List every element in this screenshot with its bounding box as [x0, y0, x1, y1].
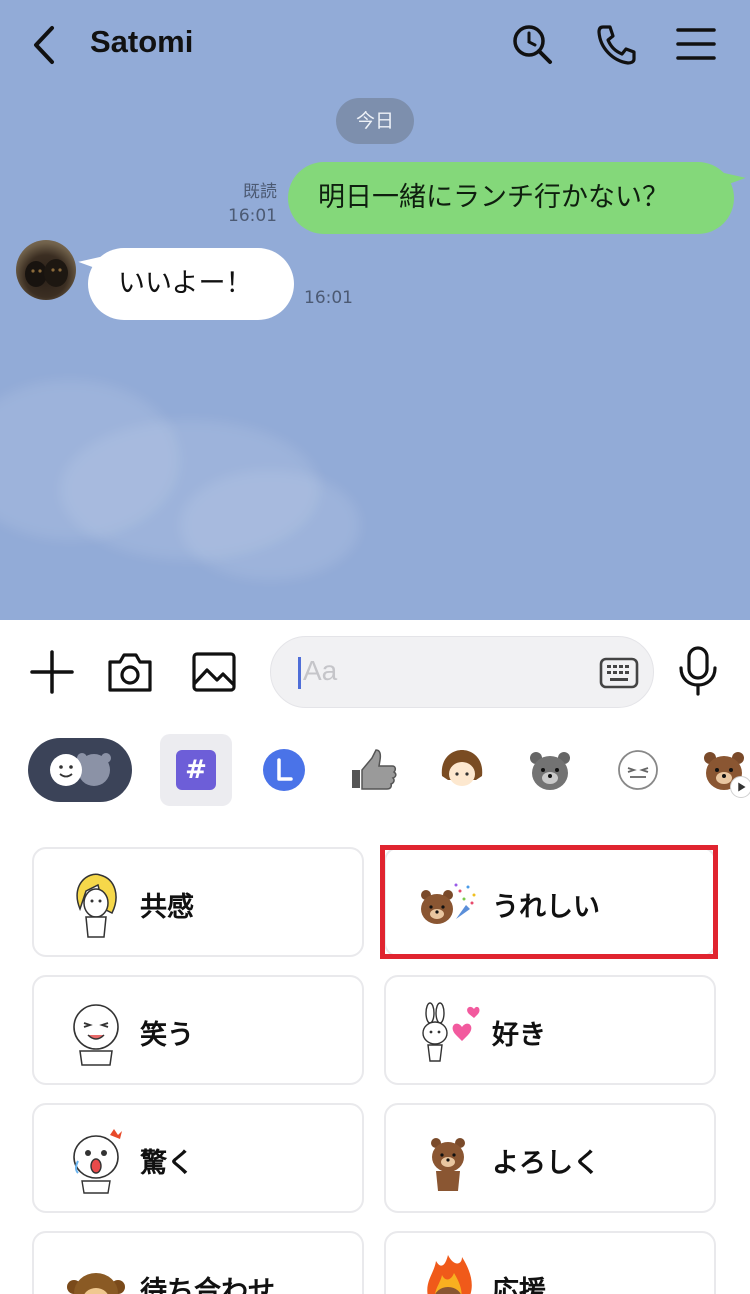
blonde-girl-sticker-icon	[76, 873, 117, 938]
keyboard-icon[interactable]	[599, 653, 639, 693]
category-label: 笑う	[140, 1020, 194, 1051]
text-caret	[298, 657, 301, 689]
category-ouen[interactable]: 応援	[384, 1231, 716, 1294]
category-ureshii[interactable]: うれしい	[384, 847, 716, 957]
category-label: 応援	[492, 1276, 546, 1294]
message-time: 16:01	[304, 288, 353, 308]
brown-bow-sticker-icon	[431, 1138, 465, 1191]
avatar[interactable]	[16, 240, 76, 300]
hashtag-tab[interactable]: #	[160, 734, 232, 806]
mic-icon[interactable]	[676, 646, 720, 696]
brown-celebrate-sticker-icon	[421, 883, 476, 924]
emoji-bear-icon	[50, 753, 111, 786]
moon-laugh-sticker-icon	[73, 1004, 119, 1066]
category-yoroshiku[interactable]: よろしく	[384, 1103, 716, 1213]
dog-photo-icon	[25, 259, 68, 287]
cloud-decor	[180, 470, 360, 580]
image-icon[interactable]	[190, 648, 238, 696]
message-input[interactable]: Aa	[270, 636, 654, 708]
category-label: よろしく	[492, 1148, 600, 1179]
brown-fire-sticker-icon	[427, 1255, 472, 1294]
plus-icon[interactable]	[28, 648, 76, 696]
chat-title: Satomi	[90, 24, 194, 59]
read-receipt: 既読 16:01	[228, 180, 277, 228]
moon-shock-sticker-icon	[73, 1129, 122, 1194]
message-time: 16:01	[228, 206, 277, 226]
cony-hearts-sticker-icon	[422, 1002, 480, 1062]
search-icon[interactable]	[510, 22, 554, 66]
girl-sticker-icon[interactable]	[438, 746, 486, 794]
scroll-right-icon[interactable]	[730, 776, 750, 798]
category-label: 驚く	[140, 1148, 194, 1179]
category-label: 好き	[492, 1020, 546, 1051]
category-label: 共感	[140, 892, 194, 923]
face-lines-icon[interactable]	[614, 746, 662, 794]
date-separator: 今日	[336, 98, 414, 144]
outgoing-message[interactable]: 明日一緒にランチ行かない？	[288, 162, 734, 234]
chat-area: Satomi 今日 既読 16:01 明日一緒にランチ行かない？ いいよー！ 1…	[0, 0, 750, 620]
emoji-tab[interactable]	[28, 738, 132, 802]
camera-icon[interactable]	[106, 648, 154, 696]
incoming-message[interactable]: いいよー！	[88, 248, 294, 320]
category-label: 待ち合わせ	[140, 1276, 275, 1294]
category-suki[interactable]: 好き	[384, 975, 716, 1085]
menu-icon[interactable]	[674, 22, 718, 66]
phone-icon[interactable]	[594, 22, 638, 66]
thumbs-up-icon[interactable]	[350, 746, 398, 794]
category-machiawase[interactable]: 待ち合わせ	[32, 1231, 364, 1294]
line-l-icon[interactable]	[260, 746, 308, 794]
category-label: うれしい	[492, 892, 600, 923]
chat-header: Satomi	[0, 0, 750, 90]
input-placeholder: Aa	[303, 655, 338, 686]
monkey-sticker-icon	[67, 1273, 125, 1294]
gray-bear-icon[interactable]	[526, 746, 574, 794]
category-odoroku[interactable]: 驚く	[32, 1103, 364, 1213]
back-icon[interactable]	[28, 22, 64, 68]
category-kyokan[interactable]: 共感	[32, 847, 364, 957]
read-status: 既読	[243, 182, 277, 202]
category-warau[interactable]: 笑う	[32, 975, 364, 1085]
hashtag-icon: #	[176, 750, 216, 790]
